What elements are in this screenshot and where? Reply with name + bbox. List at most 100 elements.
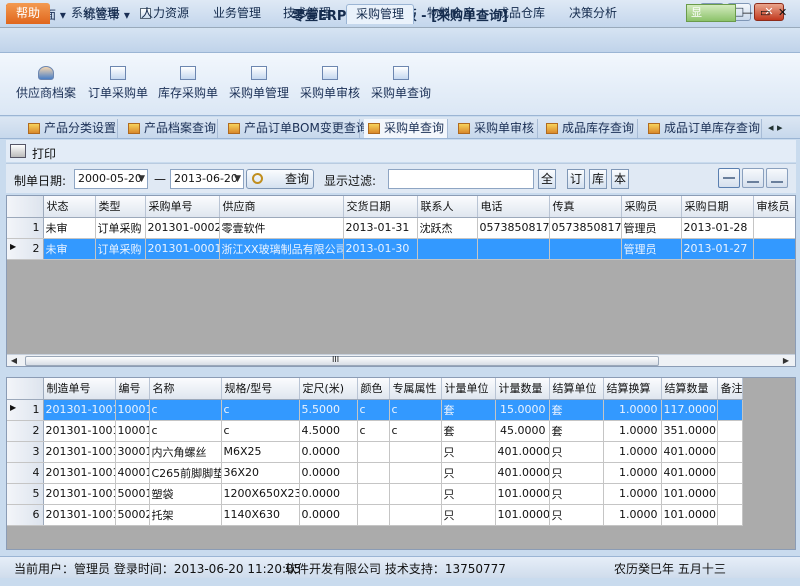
doctab-archive[interactable]: 产品档案查询 — [124, 119, 218, 138]
table-cell[interactable] — [389, 462, 442, 484]
table-cell[interactable]: 浙江XX玻璃制品有限公司 — [219, 238, 344, 260]
column-header[interactable]: 计量单位 — [441, 378, 496, 400]
table-cell[interactable]: 塑袋 — [149, 483, 222, 505]
table-row[interactable]: 4 201301-1001 40001 C265前脚脚垫 36X20 0.0000 只 401… — [7, 462, 743, 484]
table-cell[interactable]: 057385081772 — [477, 217, 550, 239]
table-cell[interactable]: 201301-1001 — [43, 420, 116, 442]
table-cell[interactable]: c — [149, 399, 222, 421]
table-cell[interactable]: 201301-1001 — [43, 504, 116, 526]
table-cell[interactable] — [717, 462, 743, 484]
purchase-detail-grid[interactable]: 制造单号 编号 名称 规格/型号 定尺(米) 颜色 专属属性 计量单位 计量数量 结算单位 结算换算… — [6, 377, 796, 550]
table-cell[interactable]: 401.0000 — [661, 462, 718, 484]
column-header[interactable]: 结算换算 — [603, 378, 662, 400]
tab-decision[interactable]: 决策分析 — [560, 4, 626, 24]
column-header[interactable]: 采购员 — [621, 196, 682, 218]
column-header[interactable]: 状态 — [43, 196, 96, 218]
table-cell[interactable]: 订单采购 — [95, 238, 146, 260]
scroll-right-icon[interactable]: ▶ — [779, 355, 793, 367]
column-header[interactable]: 传真 — [549, 196, 622, 218]
ribbon-purchase-audit[interactable]: 采购单审核 — [296, 56, 364, 112]
column-header[interactable]: 规格/型号 — [221, 378, 300, 400]
table-cell[interactable] — [549, 238, 622, 260]
tab-material[interactable]: 物料仓库 — [418, 4, 484, 24]
table-cell[interactable] — [389, 504, 442, 526]
table-cell[interactable]: 2013-01-27 — [681, 238, 754, 260]
table-cell[interactable] — [357, 483, 390, 505]
table-row[interactable]: 1 未审 订单采购 201301-0002 零壹软件 2013-01-31 沈跃杰 05738… — [7, 217, 795, 239]
query-button[interactable]: 查询 — [246, 169, 314, 189]
column-header[interactable]: 编号 — [115, 378, 150, 400]
table-cell[interactable]: 1.0000 — [603, 462, 662, 484]
table-cell[interactable]: 2013-01-31 — [343, 217, 418, 239]
table-cell[interactable] — [753, 238, 795, 260]
row-number[interactable]: 2 — [7, 420, 44, 442]
display-toggle[interactable]: 显 — [686, 4, 736, 22]
table-cell[interactable]: 057385081772 — [549, 217, 622, 239]
table-cell[interactable]: 1.0000 — [603, 441, 662, 463]
table-cell[interactable]: 沈跃杰 — [417, 217, 478, 239]
table-cell[interactable]: 45.0000 — [495, 420, 550, 442]
table-cell[interactable]: 201301-1001 — [43, 441, 116, 463]
table-cell[interactable]: 托架 — [149, 504, 222, 526]
table-cell[interactable] — [717, 504, 743, 526]
table-row[interactable]: 3 201301-1001 30001 内六角螺丝 M6X25 0.0000 只 401.00… — [7, 441, 743, 463]
table-cell[interactable]: 101.0000 — [661, 504, 718, 526]
purchase-order-grid[interactable]: 状态 类型 采购单号 供应商 交货日期 联系人 电话 传真 采购员 采购日期 审核员 1 未审 订单采购… — [6, 195, 796, 367]
table-cell[interactable] — [717, 420, 743, 442]
layout-horizontal-button[interactable] — [718, 168, 740, 188]
table-cell[interactable] — [717, 483, 743, 505]
filter-input[interactable] — [388, 169, 534, 189]
mdi-minimize-button[interactable]: — — [742, 6, 753, 19]
layout-single-button[interactable] — [766, 168, 788, 188]
table-cell[interactable]: 15.0000 — [495, 399, 550, 421]
table-cell[interactable]: 1140X630 — [221, 504, 300, 526]
table-row[interactable]: 5201301-100150001塑袋1200X650X23000.0000只1… — [7, 483, 743, 505]
table-cell[interactable]: 只 — [549, 504, 604, 526]
table-cell[interactable]: 117.0000 — [661, 399, 718, 421]
table-cell[interactable]: 只 — [549, 483, 604, 505]
row-number[interactable]: 3 — [7, 441, 44, 463]
table-cell[interactable]: M6X25 — [221, 441, 300, 463]
table-cell[interactable]: 未审 — [43, 238, 96, 260]
tab-product[interactable]: 成品仓库 — [488, 4, 554, 24]
table-cell[interactable]: 套 — [549, 399, 604, 421]
table-cell[interactable]: 只 — [549, 441, 604, 463]
column-header[interactable]: 定尺(米) — [299, 378, 358, 400]
table-row[interactable]: 6 201301-1001 50002 托架 1140X630 0.0000 只 101.00… — [7, 504, 743, 526]
column-header[interactable]: 采购单号 — [145, 196, 220, 218]
table-cell[interactable]: c — [149, 420, 222, 442]
table-cell[interactable]: 201301-0001 — [145, 238, 220, 260]
table-cell[interactable] — [357, 504, 390, 526]
table-cell[interactable]: 零壹软件 — [219, 217, 344, 239]
filter-order-button[interactable]: 订 — [567, 169, 585, 189]
mdi-restore-button[interactable]: ▭ — [760, 6, 770, 19]
scroll-left-icon[interactable]: ◀ — [7, 355, 21, 367]
doctab-category[interactable]: 产品分类设置 — [24, 119, 118, 138]
tab-system[interactable]: 系统管理 — [62, 4, 128, 24]
table-cell[interactable]: 只 — [441, 462, 496, 484]
table-cell[interactable] — [357, 462, 390, 484]
table-cell[interactable]: 2013-01-28 — [681, 217, 754, 239]
ribbon-stock-purchase[interactable]: 库存采购单 — [154, 56, 222, 112]
table-cell[interactable]: 只 — [441, 504, 496, 526]
table-cell[interactable]: 401.0000 — [495, 441, 550, 463]
chevron-down-icon[interactable]: ▼ — [234, 170, 241, 188]
table-cell[interactable]: c — [389, 399, 442, 421]
table-cell[interactable]: 管理员 — [621, 238, 682, 260]
table-cell[interactable]: 2013-01-30 — [343, 238, 418, 260]
row-number[interactable]: ▶ 2 — [7, 238, 44, 260]
table-cell[interactable]: c — [221, 399, 300, 421]
table-cell[interactable]: 1200X650X2300 — [221, 483, 300, 505]
column-header[interactable]: 电话 — [477, 196, 550, 218]
table-cell[interactable]: 0.0000 — [299, 504, 358, 526]
table-cell[interactable] — [417, 238, 478, 260]
table-cell[interactable] — [389, 483, 442, 505]
table-cell[interactable]: 201301-1001 — [43, 462, 116, 484]
table-cell[interactable]: 订单采购 — [95, 217, 146, 239]
layout-vertical-button[interactable] — [742, 168, 764, 188]
table-cell[interactable]: c — [221, 420, 300, 442]
table-cell[interactable]: 套 — [441, 420, 496, 442]
table-cell[interactable]: 351.0000 — [661, 420, 718, 442]
table-cell[interactable]: 内六角螺丝 — [149, 441, 222, 463]
table-cell[interactable]: 201301-1001 — [43, 399, 116, 421]
